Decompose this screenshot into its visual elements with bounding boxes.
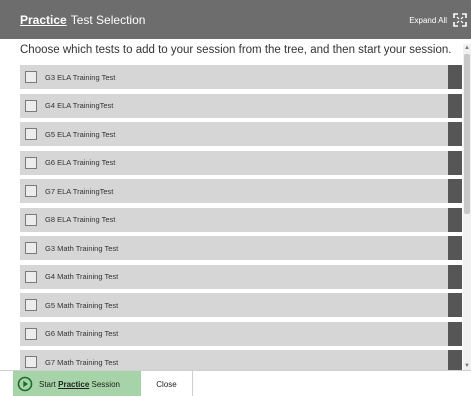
expand-all-label: Expand All [409, 15, 447, 25]
test-row[interactable]: G4 ELA TrainingTest [20, 93, 462, 118]
row-expand-handle[interactable] [448, 264, 462, 289]
test-label: G6 Math Training Test [45, 329, 119, 338]
dialog-titlebar: Practice Test Selection Expand All [0, 0, 471, 39]
test-checkbox[interactable] [25, 213, 37, 226]
test-row[interactable]: G5 ELA Training Test [20, 122, 462, 146]
test-label: G6 ELA Training Test [45, 158, 116, 167]
test-row[interactable]: G3 Math Training Test [20, 236, 462, 260]
test-label: G4 Math Training Test [45, 272, 119, 281]
expand-all-button[interactable]: Expand All [409, 10, 467, 30]
test-checkbox[interactable] [25, 270, 37, 283]
close-button[interactable]: Close [141, 371, 193, 396]
test-row[interactable]: G7 ELA TrainingTest [20, 179, 462, 203]
test-label: G7 Math Training Test [45, 357, 119, 367]
close-button-label: Close [156, 379, 177, 389]
test-tree: G3 ELA Training Test G4 ELA TrainingTest G… [20, 65, 462, 370]
vertical-scrollbar[interactable]: ▲ ▼ [463, 44, 471, 370]
test-label: G7 ELA TrainingTest [45, 186, 114, 196]
test-checkbox[interactable] [25, 356, 37, 368]
test-checkbox[interactable] [25, 71, 37, 83]
start-practice-session-button[interactable]: Start Practice Session [13, 371, 141, 396]
start-button-label: Start Practice Session [39, 380, 120, 389]
row-expand-handle[interactable] [448, 93, 462, 118]
dialog-title: Test Selection [70, 12, 146, 27]
test-row[interactable]: G7 Math Training Test [20, 350, 462, 370]
scroll-down-icon[interactable]: ▼ [464, 362, 470, 370]
row-expand-handle[interactable] [448, 321, 462, 346]
row-expand-handle[interactable] [448, 207, 462, 232]
test-checkbox[interactable] [25, 327, 37, 340]
test-label: G8 ELA Training Test [45, 215, 116, 224]
start-practice-word: Practice [58, 379, 90, 389]
test-row[interactable]: G4 Math Training Test [20, 264, 462, 289]
test-label: G3 Math Training Test [45, 243, 119, 253]
test-checkbox[interactable] [25, 156, 37, 169]
test-label: G3 ELA Training Test [45, 72, 116, 82]
test-row[interactable]: G8 ELA Training Test [20, 207, 462, 232]
test-checkbox[interactable] [25, 242, 37, 254]
start-prefix: Start [39, 379, 56, 389]
start-suffix: Session [91, 379, 120, 389]
test-label: G5 ELA Training Test [45, 129, 116, 139]
row-expand-handle[interactable] [448, 350, 462, 370]
test-checkbox[interactable] [25, 99, 37, 112]
test-checkbox[interactable] [25, 185, 37, 197]
row-expand-handle[interactable] [448, 236, 462, 260]
row-expand-handle[interactable] [448, 179, 462, 203]
expand-arrows-icon [453, 13, 467, 27]
instructions-text: Choose which tests to add to your sessio… [20, 44, 452, 56]
test-label: G5 Math Training Test [45, 300, 119, 310]
row-expand-handle[interactable] [448, 150, 462, 175]
play-circle-icon [17, 376, 33, 392]
row-expand-handle[interactable] [448, 65, 462, 89]
test-row[interactable]: G5 Math Training Test [20, 293, 462, 317]
test-checkbox[interactable] [25, 299, 37, 311]
scroll-thumb[interactable] [464, 54, 470, 214]
dialog-footer: Start Practice Session Close [0, 370, 471, 396]
title-practice-word: Practice [20, 12, 67, 27]
test-label: G4 ELA TrainingTest [45, 101, 114, 110]
test-row[interactable]: G3 ELA Training Test [20, 65, 462, 89]
test-row[interactable]: G6 Math Training Test [20, 321, 462, 346]
test-checkbox[interactable] [25, 128, 37, 140]
test-row[interactable]: G6 ELA Training Test [20, 150, 462, 175]
scroll-up-icon[interactable]: ▲ [464, 44, 470, 52]
row-expand-handle[interactable] [448, 122, 462, 146]
row-expand-handle[interactable] [448, 293, 462, 317]
